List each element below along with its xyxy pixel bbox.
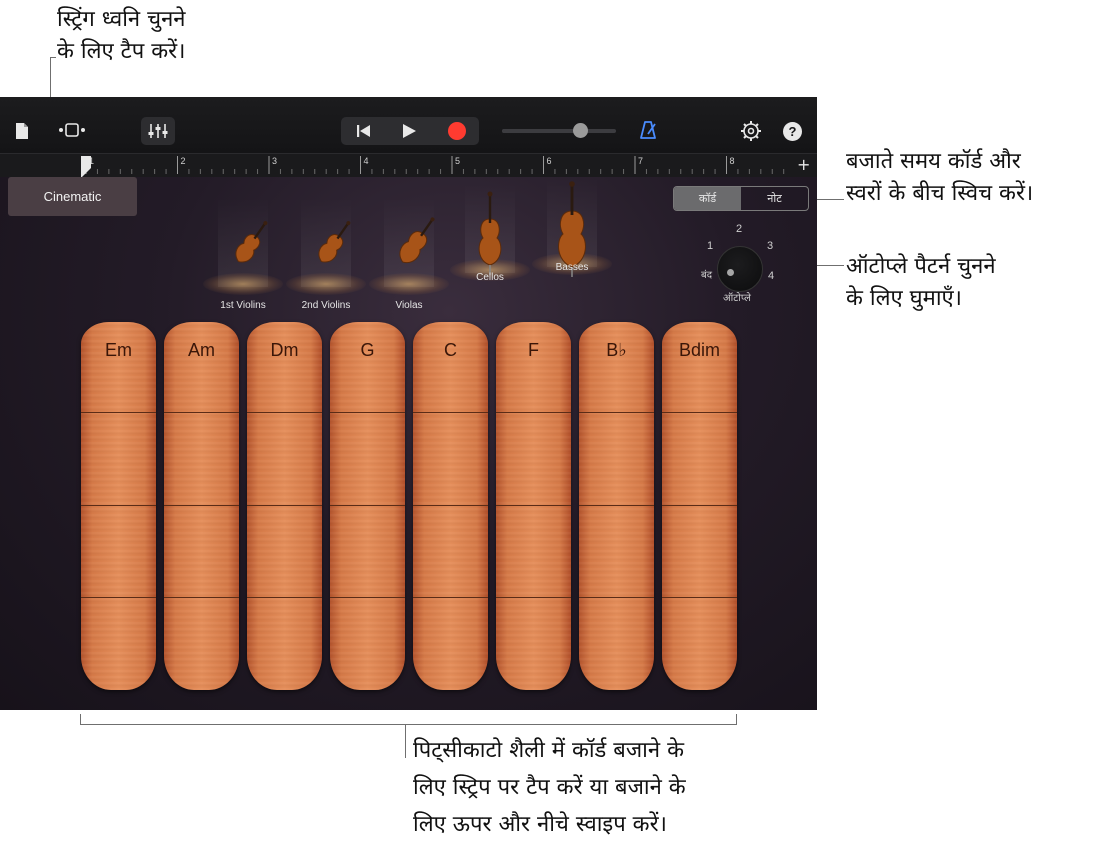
callout-strips-line3: लिए ऊपर और नीचे स्वाइप करें। [413, 812, 667, 837]
chord-strip-am[interactable]: Am [164, 322, 239, 690]
chord-strip-dm[interactable]: Dm [247, 322, 322, 690]
playhead-icon[interactable] [81, 156, 91, 178]
chords-notes-switch: कॉर्ड नोट [673, 186, 809, 211]
ruler-bar-number: 2 [181, 156, 186, 166]
instrument-1st-violins[interactable]: 1st Violins [198, 197, 288, 311]
ruler-bar-number: 5 [455, 156, 460, 166]
chord-label: Bdim [678, 340, 720, 360]
chord-strip-f[interactable]: F [496, 322, 571, 690]
instrument-name: 1st Violins [220, 300, 266, 311]
settings-icon[interactable] [739, 119, 763, 143]
record-icon[interactable] [435, 117, 479, 145]
go-to-start-icon[interactable] [341, 117, 385, 145]
chord-label: F [528, 340, 539, 360]
timeline-ruler[interactable]: 12345678 + [0, 153, 817, 178]
callout-switch-line2: स्वरों के बीच स्विच करें। [846, 181, 1034, 206]
cello-icon [478, 191, 502, 275]
chord-label: C [444, 340, 457, 360]
chord-strip-bflat[interactable]: B♭ [579, 322, 654, 690]
instrument-cellos[interactable]: Cellos [445, 183, 535, 291]
callout-autoplay-line1: ऑटोप्ले पैटर्न चुनने [846, 254, 996, 279]
instrument-2nd-violins[interactable]: 2nd Violins [281, 197, 371, 311]
notes-mode-button[interactable]: नोट [741, 187, 808, 210]
callout-autoplay-line2: के लिए घुमाएँ। [846, 286, 963, 311]
callout-switch-line1: बजाते समय कॉर्ड और [846, 149, 1021, 174]
callout-strips-bracket [80, 724, 737, 725]
chords-mode-button[interactable]: कॉर्ड [674, 187, 741, 210]
ruler-bar-number: 6 [547, 156, 552, 166]
mixer-icon[interactable] [141, 117, 175, 145]
metronome-icon[interactable] [636, 119, 660, 141]
callout-strips-bracket-left [80, 714, 81, 725]
callout-strips-line1: पिट्सीकाटो शैली में कॉर्ड बजाने के [413, 738, 684, 763]
master-volume-slider[interactable] [502, 123, 616, 138]
ruler-bar-number: 8 [730, 156, 735, 166]
callout-strips-line2: लिए स्ट्रिप पर टैप करें या बजाने के [413, 775, 686, 800]
callout-sound-line2: के लिए टैप करें। [57, 39, 186, 64]
volume-thumb[interactable] [573, 123, 589, 138]
chord-label: G [360, 340, 375, 360]
smart-strings-screen: ? 1 2 3 4 5 6 7 8 + Cinematic कॉर्ड नोट 1st Vio… [0, 97, 817, 710]
autoplay-position-4: 4 [768, 270, 775, 282]
instrument-name: 2nd Violins [301, 300, 351, 311]
chord-label: Dm [270, 340, 299, 360]
chord-label: B♭ [606, 340, 627, 360]
instrument-violas[interactable]: Violas [364, 197, 454, 311]
callout-strips-bracket-right [736, 714, 737, 725]
chord-strip-bdim[interactable]: Bdim [662, 322, 737, 690]
ruler-bar-number: 3 [272, 156, 277, 166]
ruler-bar-number: 4 [364, 156, 369, 166]
tracks-view-icon[interactable] [56, 119, 88, 141]
help-icon[interactable]: ? [783, 122, 802, 141]
instrument-stage: 1st Violins 2nd Violins Violas Cellos Ba… [180, 177, 640, 311]
instrument-name: Cellos [476, 272, 504, 283]
chord-strip-em[interactable]: Em [81, 322, 156, 690]
viola-icon [399, 217, 435, 264]
sound-selector-button[interactable]: Cinematic [8, 177, 137, 216]
instrument-name: Basses [555, 262, 589, 273]
chord-strip-c[interactable]: C [413, 322, 488, 690]
autoplay-label: ऑटोप्ले [723, 293, 751, 304]
control-bar: ? [0, 97, 817, 153]
autoplay-position-2: 2 [736, 223, 743, 235]
callout-sound-line1: स्ट्रिंग ध्वनि चुनने [57, 7, 186, 32]
play-icon[interactable] [387, 117, 431, 145]
chord-strip-g[interactable]: G [330, 322, 405, 690]
autoplay-off-label: बंद [701, 270, 713, 281]
autoplay-knob[interactable] [717, 246, 763, 292]
callout-strips-leader [405, 724, 406, 758]
document-icon[interactable] [12, 121, 32, 141]
transport-controls [341, 117, 479, 145]
instrument-name: Violas [395, 300, 423, 311]
add-section-button[interactable]: + [797, 155, 810, 174]
autoplay-position-3: 3 [767, 240, 774, 252]
instrument-basses[interactable]: Basses [527, 177, 617, 285]
knob-indicator [727, 269, 734, 276]
chord-label: Em [105, 340, 132, 360]
autoplay-control: 1 2 3 4 बंद ऑटोप्ले [695, 217, 795, 307]
autoplay-position-1: 1 [707, 240, 714, 252]
ruler-ticks: 12345678 [81, 156, 785, 178]
callout-sound-leader-tick [50, 57, 56, 58]
violin-icon [318, 221, 351, 263]
ruler-bar-number: 7 [638, 156, 643, 166]
chord-label: Am [188, 340, 215, 360]
help-icon-glyph: ? [788, 124, 797, 139]
violin-icon [235, 221, 268, 263]
